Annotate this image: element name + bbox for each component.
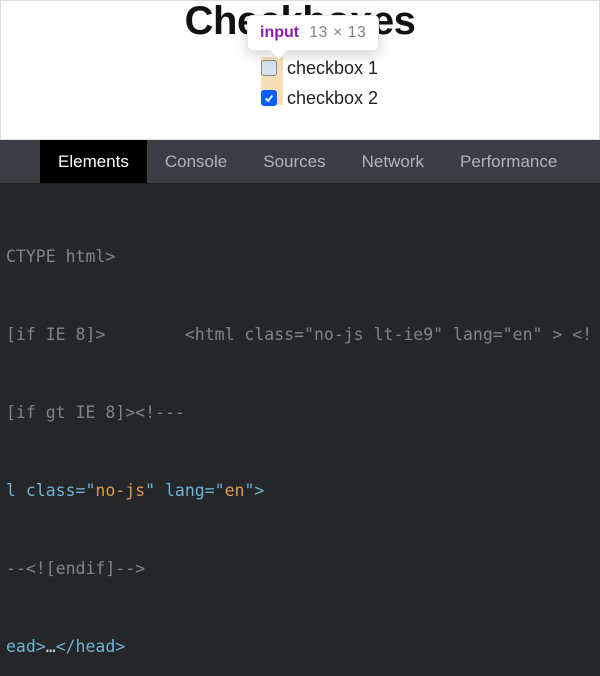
tooltip-tag: input xyxy=(260,24,299,42)
tooltip-dimensions: 13 × 13 xyxy=(309,24,366,42)
page-preview: Checkboxes checkbox 1 checkbox 2 input 1… xyxy=(0,0,600,140)
checkbox-1-label: checkbox 1 xyxy=(287,58,378,79)
dom-ie8-comment: [if IE 8]> xyxy=(6,325,105,344)
devtools-tabbar: Elements Console Sources Network Perform… xyxy=(0,140,600,184)
dom-head[interactable]: ead>…</head> xyxy=(0,634,600,660)
checkbox-row-2: checkbox 2 xyxy=(261,83,378,113)
check-icon xyxy=(264,93,274,103)
tab-network[interactable]: Network xyxy=(344,140,442,183)
dom-doctype: CTYPE html> xyxy=(6,247,115,266)
checkbox-list: checkbox 1 checkbox 2 xyxy=(261,53,378,113)
dom-html-open[interactable]: l class="no-js" lang="en"> xyxy=(0,478,600,504)
elements-tree[interactable]: CTYPE html> [if IE 8]> <html class="no-j… xyxy=(0,184,600,676)
checkbox-1[interactable] xyxy=(261,60,277,76)
dom-gtie8-comment: [if gt IE 8]><!--- xyxy=(6,403,185,422)
dom-endif: --<![endif]--> xyxy=(6,559,145,578)
inspector-tooltip: input 13 × 13 xyxy=(247,15,379,51)
devtools-panel: Elements Console Sources Network Perform… xyxy=(0,140,600,676)
dom-ie8-html: <html class="no-js lt-ie9" lang="en" > <… xyxy=(185,325,592,344)
checkbox-2[interactable] xyxy=(261,90,277,106)
tab-console[interactable]: Console xyxy=(147,140,245,183)
tab-performance[interactable]: Performance xyxy=(442,140,575,183)
checkbox-2-label: checkbox 2 xyxy=(287,88,378,109)
tab-sources[interactable]: Sources xyxy=(245,140,343,183)
tab-elements[interactable]: Elements xyxy=(40,140,147,183)
